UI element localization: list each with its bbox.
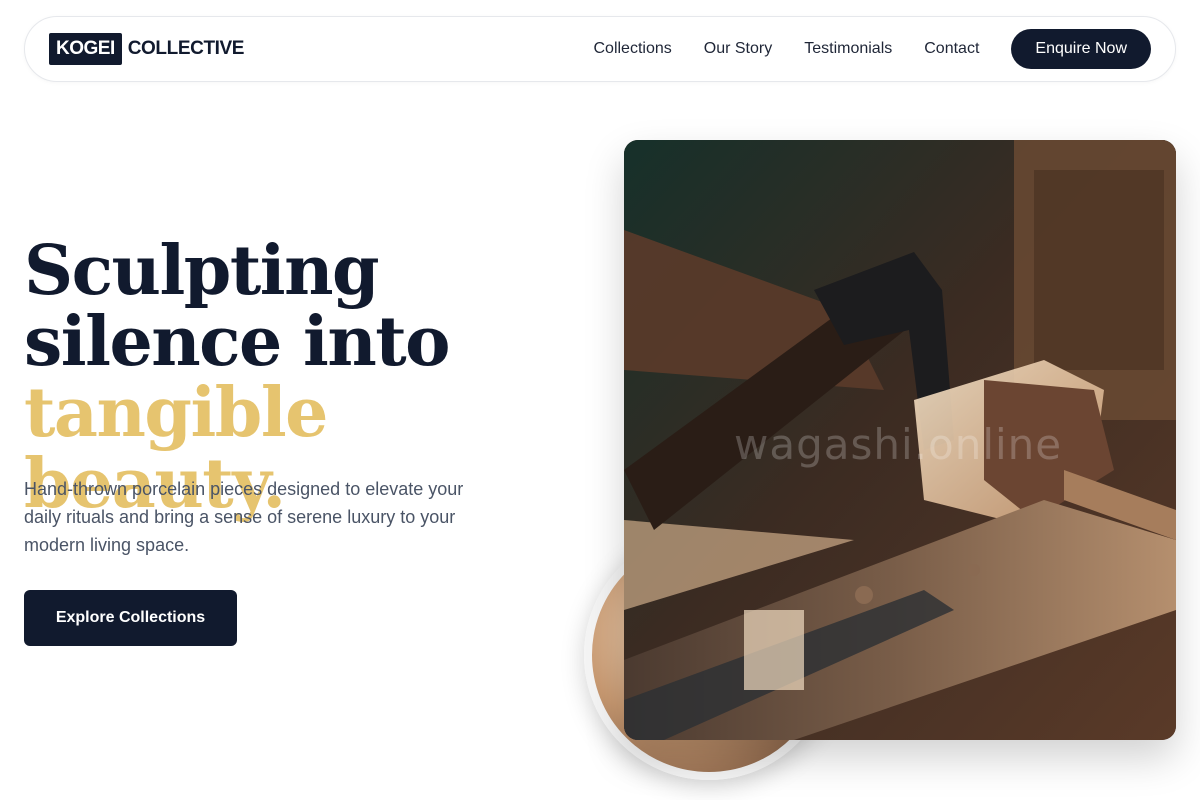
explore-collections-button[interactable]: Explore Collections: [24, 590, 237, 646]
logo-word-text: COLLECTIVE: [127, 38, 245, 59]
nav-links: Collections Our Story Testimonials Conta…: [593, 29, 1151, 69]
hero-photo-woodcarver: wagashi.online: [624, 140, 1176, 740]
enquire-now-button[interactable]: Enquire Now: [1011, 29, 1151, 69]
hero-title-line-2: silence into: [24, 302, 451, 382]
logo[interactable]: KOGEI COLLECTIVE: [49, 33, 244, 65]
nav-link-contact[interactable]: Contact: [924, 40, 979, 58]
nav-link-testimonials[interactable]: Testimonials: [804, 40, 892, 58]
hero-description: Hand-thrown porcelain pieces designed to…: [24, 479, 464, 555]
navbar: KOGEI COLLECTIVE Collections Our Story T…: [24, 16, 1176, 82]
hero-title-line-1: Sculpting: [24, 231, 380, 311]
nav-link-our-story[interactable]: Our Story: [704, 40, 772, 58]
logo-box-text: KOGEI: [49, 33, 122, 65]
image-watermark: wagashi.online: [734, 420, 1063, 469]
nav-link-collections[interactable]: Collections: [593, 40, 671, 58]
